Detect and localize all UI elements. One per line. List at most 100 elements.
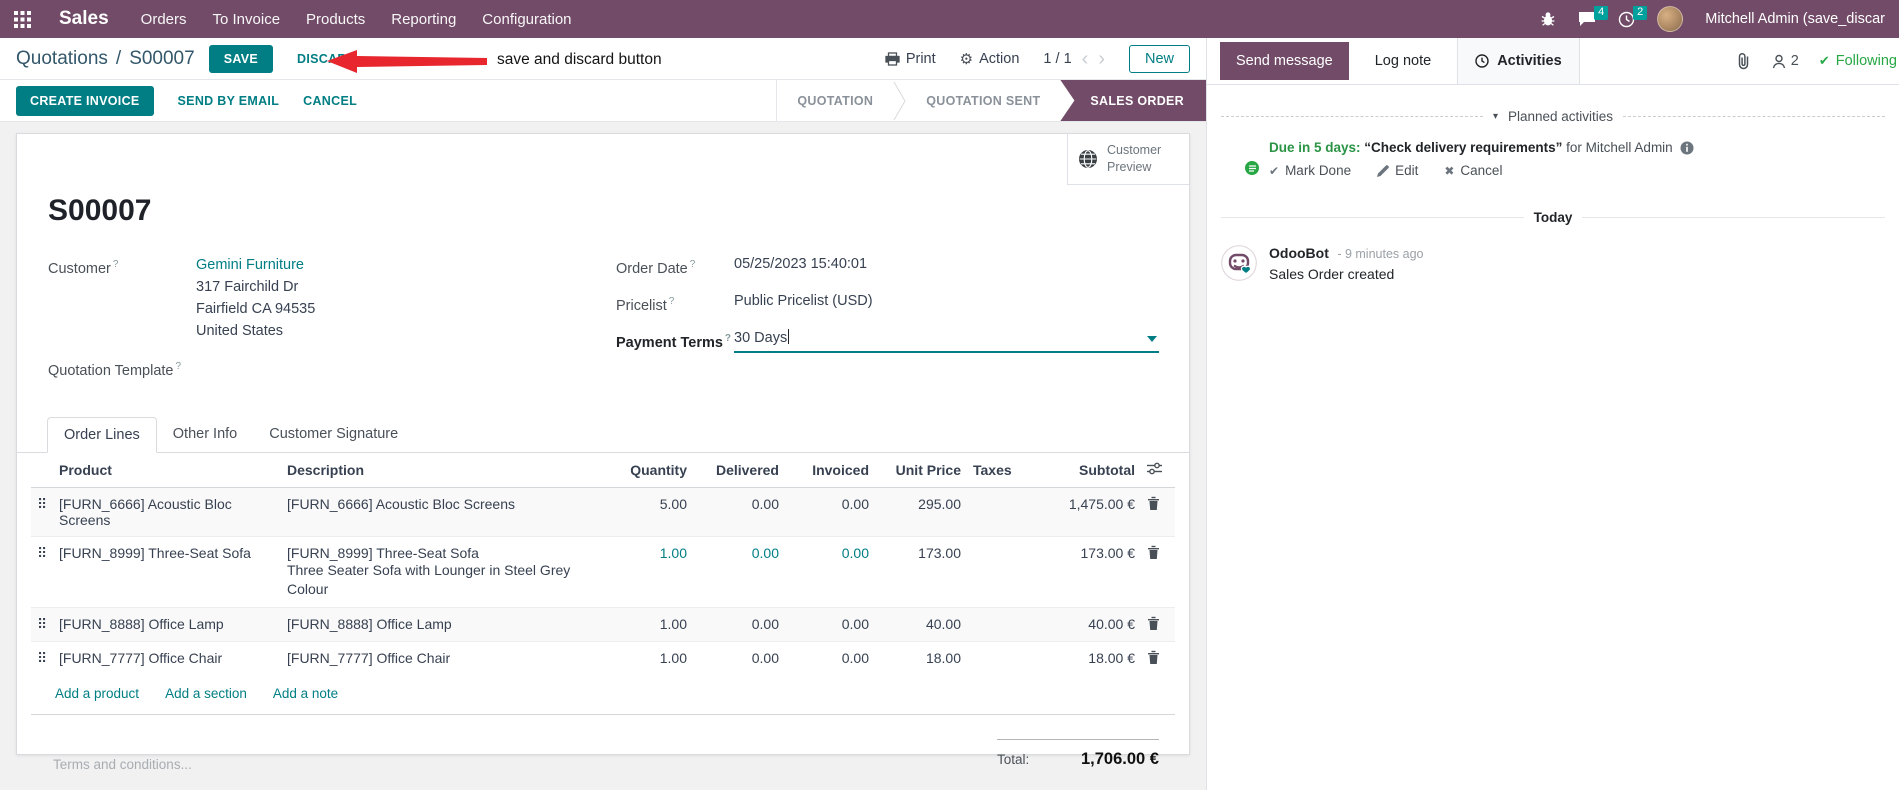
- messages-icon[interactable]: 4: [1578, 6, 1609, 27]
- create-invoice-button[interactable]: CREATE INVOICE: [16, 85, 154, 116]
- customer-preview-button[interactable]: Customer Preview: [1067, 134, 1189, 185]
- table-row[interactable]: ⠿ [FURN_8999] Three-Seat Sofa [FURN_8999…: [31, 536, 1175, 607]
- activities-badge: 2: [1633, 6, 1648, 20]
- pager-prev-icon[interactable]: ‹: [1082, 49, 1089, 69]
- state-quotation-sent[interactable]: QUOTATION SENT: [906, 80, 1060, 121]
- optional-columns-toggle-icon[interactable]: [1141, 452, 1175, 488]
- customer-name-link[interactable]: Gemini Furniture: [196, 254, 315, 276]
- mark-done-button[interactable]: ✔ Mark Done: [1269, 163, 1351, 178]
- drag-handle-icon[interactable]: ⠿: [31, 641, 53, 675]
- message-author[interactable]: OdooBot: [1269, 245, 1329, 261]
- apps-grid-icon[interactable]: [14, 10, 31, 28]
- quotation-template-label: Quotation Template?: [48, 361, 182, 379]
- breadcrumb: Quotations / S00007: [16, 48, 195, 70]
- customer-address-line: United States: [196, 323, 284, 339]
- cancel-activity-button[interactable]: ✖ Cancel: [1444, 163, 1502, 178]
- send-by-email-button[interactable]: SEND BY EMAIL: [178, 94, 280, 108]
- menu-reporting[interactable]: Reporting: [391, 11, 456, 28]
- tab-customer-signature[interactable]: Customer Signature: [253, 417, 414, 453]
- col-product[interactable]: Product: [53, 452, 281, 488]
- new-button[interactable]: New: [1128, 44, 1190, 73]
- user-name[interactable]: Mitchell Admin (save_discar: [1705, 11, 1885, 27]
- menu-to-invoice[interactable]: To Invoice: [213, 11, 281, 28]
- following-button[interactable]: ✔ Following: [1819, 53, 1897, 69]
- col-unit-price[interactable]: Unit Price: [875, 452, 967, 488]
- activity-type-badge-icon: [1243, 159, 1261, 177]
- check-icon: ✔: [1269, 163, 1280, 178]
- drag-handle-icon[interactable]: ⠿: [31, 607, 53, 641]
- pager-next-icon[interactable]: ›: [1098, 49, 1105, 69]
- app-name[interactable]: Sales: [59, 8, 109, 30]
- pricelist-value[interactable]: Public Pricelist (USD): [734, 291, 873, 317]
- col-subtotal[interactable]: Subtotal: [1023, 452, 1141, 488]
- delete-row-icon[interactable]: [1141, 607, 1175, 641]
- paperclip-icon[interactable]: [1736, 52, 1752, 70]
- print-button[interactable]: Print: [885, 51, 936, 67]
- delete-row-icon[interactable]: [1141, 536, 1175, 607]
- caret-down-icon[interactable]: [1147, 335, 1157, 342]
- terms-placeholder[interactable]: Terms and conditions...: [53, 757, 192, 772]
- total-label: Total:: [997, 751, 1030, 767]
- state-quotation[interactable]: QUOTATION: [777, 80, 893, 121]
- chatter-topbar: Send message Log note Activities 2 ✔ Fol…: [1207, 38, 1899, 85]
- globe-icon: [1078, 149, 1098, 169]
- col-delivered[interactable]: Delivered: [693, 452, 785, 488]
- table-row[interactable]: ⠿ [FURN_8888] Office Lamp [FURN_8888] Of…: [31, 607, 1175, 642]
- activities-button[interactable]: Activities: [1457, 38, 1580, 84]
- activities-clock-icon[interactable]: 2: [1618, 6, 1648, 28]
- pencil-icon: [1377, 164, 1389, 177]
- delete-row-icon[interactable]: [1141, 487, 1175, 536]
- chatter-panel: Send message Log note Activities 2 ✔ Fol…: [1206, 38, 1899, 790]
- tab-order-lines[interactable]: Order Lines: [47, 416, 157, 453]
- control-panel: Quotations / S00007 SAVE DISCARD save an…: [0, 38, 1206, 80]
- drag-handle-icon[interactable]: ⠿: [31, 487, 53, 536]
- save-button[interactable]: SAVE: [208, 44, 274, 73]
- followers-button[interactable]: 2: [1772, 53, 1799, 69]
- state-chevron-icon: [893, 81, 906, 121]
- add-note-link[interactable]: Add a note: [273, 686, 338, 701]
- planned-activities-divider[interactable]: ▾ Planned activities: [1221, 109, 1885, 124]
- user-avatar[interactable]: [1657, 6, 1684, 32]
- delete-row-icon[interactable]: [1141, 641, 1175, 675]
- action-button[interactable]: ⚙ Action: [960, 50, 1020, 68]
- cancel-button[interactable]: CANCEL: [303, 94, 357, 108]
- breadcrumb-quotations[interactable]: Quotations: [16, 48, 108, 70]
- message-timestamp: - 9 minutes ago: [1337, 247, 1424, 261]
- log-note-button[interactable]: Log note: [1359, 42, 1447, 80]
- payment-terms-input[interactable]: 30 Days: [734, 328, 1159, 354]
- notebook-tabs: Order Lines Other Info Customer Signatur…: [17, 416, 1189, 453]
- annotation-text: save and discard button: [497, 51, 662, 68]
- col-taxes[interactable]: Taxes: [967, 452, 1023, 488]
- state-pipeline: QUOTATION QUOTATION SENT SALES ORDER: [776, 80, 1206, 121]
- add-product-link[interactable]: Add a product: [55, 686, 139, 701]
- menu-configuration[interactable]: Configuration: [482, 11, 571, 28]
- edit-activity-button[interactable]: Edit: [1377, 163, 1418, 178]
- today-label: Today: [1533, 210, 1573, 225]
- document-title: S00007: [48, 194, 152, 227]
- bug-icon[interactable]: [1540, 11, 1556, 27]
- breadcrumb-separator: /: [115, 47, 122, 69]
- totals-block: Total: 1,706.00 €: [997, 738, 1159, 769]
- tab-other-info[interactable]: Other Info: [157, 417, 253, 453]
- hint-icon: ?: [689, 259, 696, 270]
- state-sales-order[interactable]: SALES ORDER: [1060, 80, 1206, 121]
- order-lines-table: Product Description Quantity Delivered I…: [31, 452, 1175, 675]
- odoobot-avatar[interactable]: [1221, 245, 1257, 281]
- send-message-button[interactable]: Send message: [1220, 42, 1349, 80]
- col-quantity[interactable]: Quantity: [605, 452, 693, 488]
- drag-handle-icon[interactable]: ⠿: [31, 536, 53, 607]
- info-icon[interactable]: [1680, 141, 1694, 155]
- drag-handle-header: [31, 452, 53, 488]
- col-description[interactable]: Description: [281, 452, 605, 488]
- activity-summary: “Check delivery requirements”: [1364, 140, 1563, 155]
- add-section-link[interactable]: Add a section: [165, 686, 247, 701]
- breadcrumb-current: S00007: [129, 47, 195, 69]
- check-icon: ✔: [1818, 53, 1830, 68]
- col-invoiced[interactable]: Invoiced: [785, 452, 875, 488]
- table-row[interactable]: ⠿ [FURN_6666] Acoustic Bloc Screens [FUR…: [31, 487, 1175, 537]
- annotation-arrow-icon: [327, 50, 487, 73]
- table-row[interactable]: ⠿ [FURN_7777] Office Chair [FURN_7777] O…: [31, 641, 1175, 675]
- menu-products[interactable]: Products: [306, 11, 365, 28]
- order-date-value[interactable]: 05/25/2023 15:40:01: [734, 254, 867, 280]
- menu-orders[interactable]: Orders: [141, 11, 187, 28]
